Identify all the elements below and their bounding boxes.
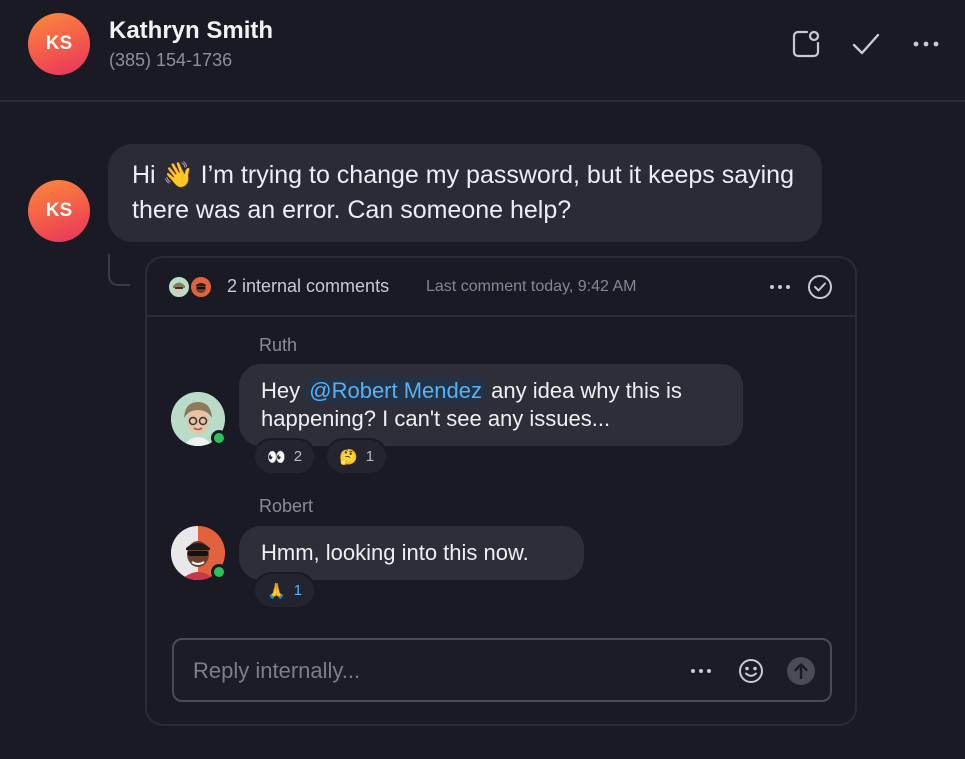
note-icon[interactable] xyxy=(789,27,823,61)
reaction-count: 2 xyxy=(293,448,303,465)
ruth-avatar[interactable] xyxy=(171,392,227,446)
comment-author: Robert xyxy=(259,496,314,516)
comment-bubble[interactable]: Hey @Robert Mendez any idea why this is … xyxy=(239,364,743,446)
comment-text-start: Hey xyxy=(261,378,301,403)
message-avatar: KS xyxy=(28,180,90,242)
eyes-emoji: 👀 xyxy=(267,448,286,466)
thread-more-icon[interactable] xyxy=(765,274,795,300)
send-icon[interactable] xyxy=(785,655,817,687)
message-avatar-initials: KS xyxy=(45,200,73,221)
reply-input[interactable] xyxy=(193,656,673,686)
thread-connector xyxy=(108,254,130,286)
robert-mini-avatar xyxy=(189,275,213,299)
reply-more-icon[interactable] xyxy=(685,655,717,687)
message-text-start: Hi xyxy=(132,161,156,189)
resolve-thread-icon[interactable] xyxy=(806,273,834,301)
ruth-mini-avatar xyxy=(167,275,191,299)
contact-name[interactable]: Kathryn Smith xyxy=(109,17,273,45)
pray-emoji: 🙏 xyxy=(267,582,286,600)
reaction-eyes[interactable]: 👀 2 xyxy=(253,438,317,475)
internal-comments-thread: 2 internal comments Last comment today, … xyxy=(145,256,857,726)
contact-phone: (385) 154-1736 xyxy=(109,50,233,70)
last-comment-time: Last comment today, 9:42 AM xyxy=(426,278,637,295)
thread-header[interactable]: 2 internal comments Last comment today, … xyxy=(147,258,855,317)
emoji-icon[interactable] xyxy=(735,655,767,687)
online-status-dot xyxy=(211,564,227,580)
check-icon[interactable] xyxy=(849,27,883,61)
reaction-thinking[interactable]: 🤔 1 xyxy=(325,438,389,475)
thinking-emoji: 🤔 xyxy=(339,448,358,466)
online-status-dot xyxy=(211,430,227,446)
mention-link[interactable]: @Robert Mendez xyxy=(306,378,485,403)
contact-avatar[interactable]: KS xyxy=(28,13,90,75)
reaction-pray[interactable]: 🙏 1 xyxy=(253,572,317,609)
comment-author: Ruth xyxy=(259,335,298,355)
message-text: I’m trying to change my password, but it… xyxy=(132,161,794,224)
contact-avatar-initials: KS xyxy=(45,33,73,54)
conversation-header: KS Kathryn Smith (385) 154-1736 xyxy=(0,0,965,102)
reaction-count: 1 xyxy=(293,582,303,599)
reply-box xyxy=(172,638,832,702)
robert-avatar[interactable] xyxy=(171,526,227,580)
customer-message[interactable]: Hi 👋 I’m trying to change my password, b… xyxy=(108,144,822,242)
comment-text: Hmm, looking into this now. xyxy=(261,540,529,565)
reaction-count: 1 xyxy=(365,448,375,465)
more-icon[interactable] xyxy=(909,27,943,61)
comment-count: 2 internal comments xyxy=(227,276,390,296)
wave-emoji: 👋 xyxy=(162,161,194,189)
